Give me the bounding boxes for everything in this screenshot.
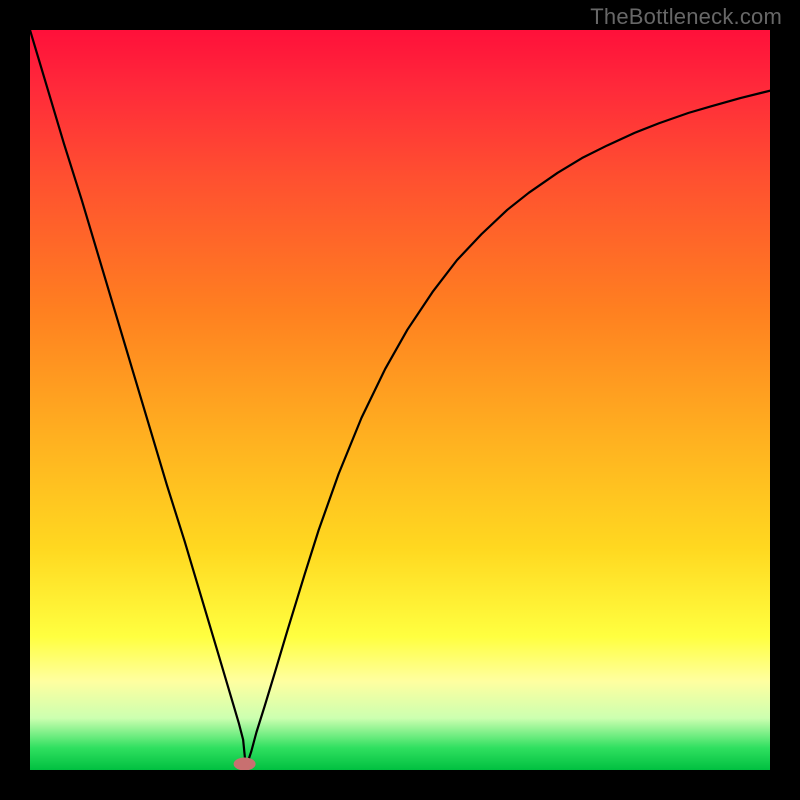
- chart-plot-area: [30, 30, 770, 770]
- chart-svg: [30, 30, 770, 770]
- bottleneck-curve: [30, 30, 770, 763]
- watermark-text: TheBottleneck.com: [590, 4, 782, 30]
- chart-frame: TheBottleneck.com: [0, 0, 800, 800]
- vertex-marker: [234, 758, 256, 771]
